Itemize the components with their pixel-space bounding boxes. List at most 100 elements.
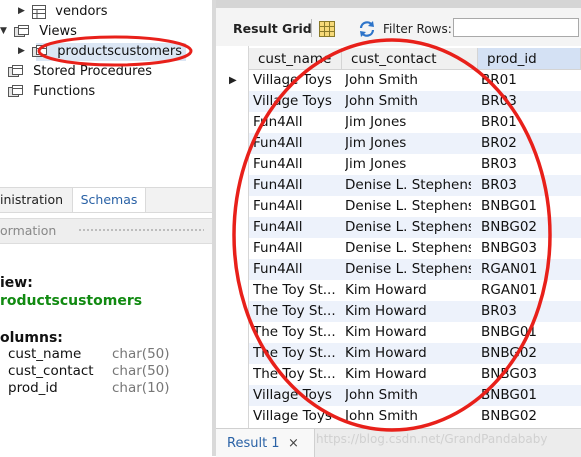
table-row[interactable]: Fun4All Denise L. Stephens BNBG01	[249, 196, 581, 217]
cell-cust-contact[interactable]: Kim Howard	[345, 301, 471, 322]
cell-cust-contact[interactable]: John Smith	[345, 91, 471, 112]
column-name: cust_contact	[8, 363, 94, 379]
tab-administration[interactable]: inistration	[0, 188, 63, 212]
cell-cust-name[interactable]: Fun4All	[253, 196, 341, 217]
cell-prod-id[interactable]: BR01	[481, 112, 577, 133]
table-row[interactable]: Village Toys John Smith BR01	[249, 70, 581, 91]
column-header-cust-name[interactable]: cust_name	[249, 48, 342, 70]
cell-cust-name[interactable]: Fun4All	[253, 259, 341, 280]
cell-prod-id[interactable]: BNBG03	[481, 364, 577, 385]
cell-cust-contact[interactable]: Denise L. Stephens	[345, 238, 471, 259]
cell-prod-id[interactable]: RGAN01	[481, 259, 577, 280]
cell-prod-id[interactable]: BR01	[481, 70, 577, 91]
cell-prod-id[interactable]: BNBG02	[481, 406, 577, 427]
cell-prod-id[interactable]: BR02	[481, 133, 577, 154]
table-row[interactable]: Fun4All Jim Jones BR02	[249, 133, 581, 154]
cell-cust-name[interactable]: The Toy St...	[253, 343, 341, 364]
table-row[interactable]: Village Toys John Smith BNBG02	[249, 406, 581, 427]
table-row[interactable]: Fun4All Jim Jones BR03	[249, 154, 581, 175]
table-row[interactable]: Fun4All Jim Jones BR01	[249, 112, 581, 133]
cell-cust-contact[interactable]: Denise L. Stephens	[345, 175, 471, 196]
tab-result-1[interactable]: Result 1 ×	[216, 429, 315, 457]
cell-cust-name[interactable]: Fun4All	[253, 217, 341, 238]
information-panel-header[interactable]: ormation	[0, 218, 212, 244]
tree-item-functions[interactable]: Functions	[8, 82, 95, 101]
cell-cust-contact[interactable]: Kim Howard	[345, 322, 471, 343]
cell-prod-id[interactable]: RGAN01	[481, 280, 577, 301]
object-kind-label: iew:	[0, 275, 33, 291]
column-header-cust-contact[interactable]: cust_contact	[342, 48, 478, 70]
cell-cust-contact[interactable]: Denise L. Stephens	[345, 217, 471, 238]
grid-view-icon[interactable]	[319, 21, 335, 41]
cell-cust-name[interactable]: Fun4All	[253, 154, 341, 175]
cell-prod-id[interactable]: BNBG03	[481, 238, 577, 259]
cell-cust-contact[interactable]: Jim Jones	[345, 133, 471, 154]
refresh-icon[interactable]	[358, 20, 376, 42]
table-row[interactable]: The Toy St... Kim Howard RGAN01	[249, 280, 581, 301]
cell-prod-id[interactable]: BNBG02	[481, 217, 577, 238]
column-info-row: cust_name char(50)	[8, 346, 170, 363]
table-row[interactable]: Village Toys John Smith BNBG01	[249, 385, 581, 406]
table-row[interactable]: The Toy St... Kim Howard BNBG01	[249, 322, 581, 343]
cell-prod-id[interactable]: BNBG01	[481, 322, 577, 343]
row-selector-column[interactable]: ▶	[216, 46, 249, 428]
tree-item-label: Stored Procedures	[33, 64, 152, 79]
cell-prod-id[interactable]: BNBG02	[481, 343, 577, 364]
information-header-label: ormation	[0, 223, 57, 238]
cell-cust-name[interactable]: Village Toys	[253, 91, 341, 112]
cell-cust-name[interactable]: Village Toys	[253, 70, 341, 91]
cell-cust-name[interactable]: The Toy St...	[253, 280, 341, 301]
cell-prod-id[interactable]: BNBG01	[481, 196, 577, 217]
cell-cust-name[interactable]: Village Toys	[253, 406, 341, 427]
tree-item-views[interactable]: ▼ Views	[0, 22, 77, 41]
cell-cust-name[interactable]: The Toy St...	[253, 364, 341, 385]
folder-icon	[8, 64, 24, 79]
cell-cust-name[interactable]: Fun4All	[253, 175, 341, 196]
cell-cust-contact[interactable]: Denise L. Stephens	[345, 196, 471, 217]
tab-schemas[interactable]: Schemas	[72, 188, 146, 212]
cell-cust-contact[interactable]: Jim Jones	[345, 154, 471, 175]
cell-prod-id[interactable]: BR03	[481, 175, 577, 196]
table-row[interactable]: Fun4All Denise L. Stephens BR03	[249, 175, 581, 196]
cell-cust-contact[interactable]: John Smith	[345, 70, 471, 91]
cell-cust-name[interactable]: Fun4All	[253, 133, 341, 154]
collapse-arrow-icon[interactable]: ▼	[0, 22, 10, 41]
table-row[interactable]: The Toy St... Kim Howard BNBG02	[249, 343, 581, 364]
table-row[interactable]: Fun4All Denise L. Stephens BNBG03	[249, 238, 581, 259]
table-row[interactable]: The Toy St... Kim Howard BR03	[249, 301, 581, 322]
cell-prod-id[interactable]: BR03	[481, 301, 577, 322]
cell-cust-name[interactable]: The Toy St...	[253, 301, 341, 322]
tree-item-stored-procedures[interactable]: Stored Procedures	[8, 62, 152, 81]
cell-cust-name[interactable]: Fun4All	[253, 238, 341, 259]
filter-rows-input[interactable]	[453, 18, 579, 37]
navigator-panel: ▶ vendors ▼ Views ▶ productscustomers St…	[0, 0, 212, 456]
column-name: prod_id	[8, 380, 58, 396]
table-row[interactable]: The Toy St... Kim Howard BNBG03	[249, 364, 581, 385]
result-grid[interactable]: ▶ cust_name cust_contact prod_id Village…	[216, 46, 581, 428]
cell-cust-name[interactable]: The Toy St...	[253, 322, 341, 343]
table-row[interactable]: Fun4All Denise L. Stephens RGAN01	[249, 259, 581, 280]
tree-item-vendors[interactable]: ▶ vendors	[18, 2, 108, 21]
table-row[interactable]: Fun4All Denise L. Stephens BNBG02	[249, 217, 581, 238]
column-header-prod-id[interactable]: prod_id	[478, 48, 581, 70]
cell-cust-contact[interactable]: Denise L. Stephens	[345, 259, 471, 280]
cell-prod-id[interactable]: BR03	[481, 154, 577, 175]
cell-cust-contact[interactable]: Kim Howard	[345, 364, 471, 385]
cell-prod-id[interactable]: BNBG01	[481, 385, 577, 406]
cell-cust-contact[interactable]: Jim Jones	[345, 112, 471, 133]
drag-handle-dots[interactable]	[78, 228, 204, 233]
expand-arrow-icon[interactable]: ▶	[18, 2, 28, 21]
cell-prod-id[interactable]: BR03	[481, 91, 577, 112]
watermark: https://blog.csdn.net/GrandPandababy	[316, 432, 548, 446]
result-grid-label[interactable]: Result Grid	[233, 21, 312, 36]
cell-cust-name[interactable]: Fun4All	[253, 112, 341, 133]
tree-item-productscustomers[interactable]: ▶ productscustomers	[18, 42, 182, 61]
table-row[interactable]: Village Toys John Smith BR03	[249, 91, 581, 112]
expand-arrow-icon[interactable]: ▶	[18, 42, 28, 61]
cell-cust-contact[interactable]: John Smith	[345, 385, 471, 406]
cell-cust-contact[interactable]: Kim Howard	[345, 280, 471, 301]
cell-cust-contact[interactable]: Kim Howard	[345, 343, 471, 364]
close-icon[interactable]: ×	[288, 436, 299, 451]
cell-cust-contact[interactable]: John Smith	[345, 406, 471, 427]
cell-cust-name[interactable]: Village Toys	[253, 385, 341, 406]
